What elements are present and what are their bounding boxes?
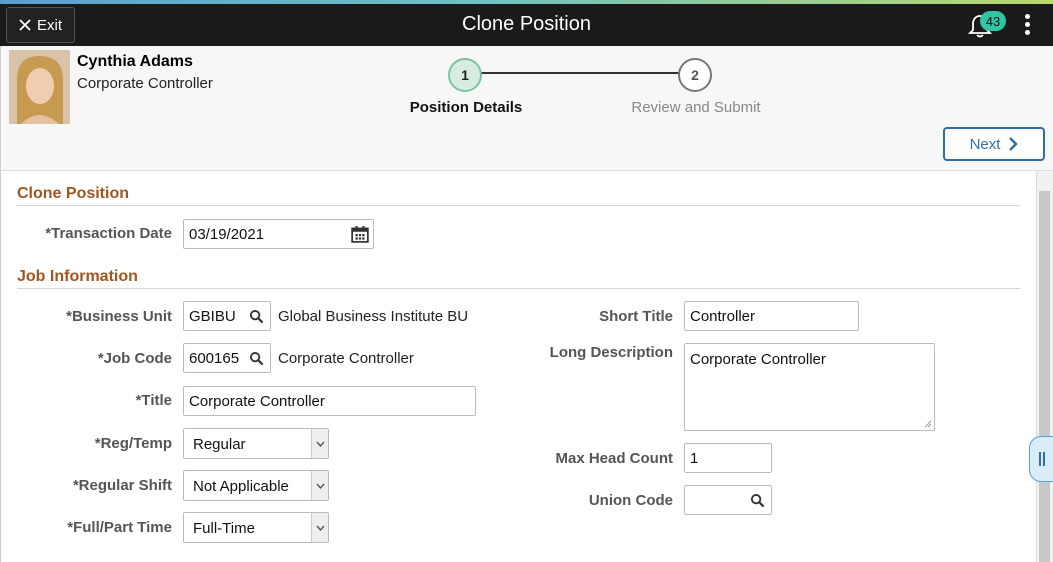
resize-handle-icon[interactable] [923,419,932,428]
main-content: Clone Position *Transaction Date 03/19/2… [0,171,1036,562]
reg-temp-select[interactable]: Regular [183,428,329,459]
page-title: Clone Position [462,13,591,35]
job-code-description: Corporate Controller [278,350,414,367]
side-panel-toggle[interactable] [1029,436,1053,482]
step-1-label[interactable]: Position Details [401,99,531,116]
search-icon[interactable] [249,351,264,366]
job-information-section-title: Job Information [17,268,138,285]
job-code-input[interactable]: 600165 [183,343,271,373]
union-code-input[interactable] [684,485,772,515]
transaction-date-input[interactable]: 03/19/2021 [183,219,374,249]
step-1-indicator[interactable]: 1 [448,58,482,92]
chevron-down-icon [311,471,328,500]
header-panel: Cynthia Adams Corporate Controller 1 2 P… [0,46,1053,171]
business-unit-input[interactable]: GBIBU [183,301,271,331]
regular-shift-label: *Regular Shift [72,477,172,494]
title-input[interactable]: Corporate Controller [183,386,476,416]
scrollbar-thumb[interactable] [1039,191,1050,562]
full-part-time-label: *Full/Part Time [67,519,172,536]
search-icon[interactable] [249,309,264,324]
section-divider [17,205,1020,206]
person-role: Corporate Controller [77,75,213,92]
short-title-label: Short Title [599,308,673,325]
business-unit-description: Global Business Institute BU [278,308,469,325]
business-unit-label: *Business Unit [66,308,172,325]
person-name: Cynthia Adams [77,53,193,70]
step-2-indicator[interactable]: 2 [678,58,712,92]
transaction-date-label: *Transaction Date [45,225,172,242]
clone-position-section-title: Clone Position [17,185,129,202]
more-options-icon[interactable] [1018,14,1036,38]
search-icon[interactable] [750,493,765,508]
reg-temp-label: *Reg/Temp [94,435,172,452]
long-description-textarea[interactable]: Corporate Controller [684,343,935,431]
chevron-down-icon [311,429,328,458]
short-title-input[interactable]: Controller [684,301,859,331]
title-label: *Title [135,392,172,409]
section-divider [17,288,1020,289]
regular-shift-select[interactable]: Not Applicable [183,470,329,501]
long-description-label: Long Description [549,344,673,361]
avatar [9,50,70,124]
notification-badge[interactable]: 43 [980,11,1006,31]
max-head-count-label: Max Head Count [555,450,673,467]
next-label: Next [969,135,1001,153]
step-connector [481,72,681,74]
step-2-label[interactable]: Review and Submit [621,99,771,116]
union-code-label: Union Code [588,492,673,509]
full-part-time-select[interactable]: Full-Time [183,512,329,543]
chevron-down-icon [311,513,328,542]
max-head-count-input[interactable]: 1 [684,443,772,473]
next-button[interactable]: Next [943,127,1045,161]
calendar-icon[interactable] [351,225,369,243]
job-code-label: *Job Code [97,350,172,367]
top-bar: Exit Clone Position 43 [0,4,1053,46]
chevron-right-icon [1009,137,1019,151]
